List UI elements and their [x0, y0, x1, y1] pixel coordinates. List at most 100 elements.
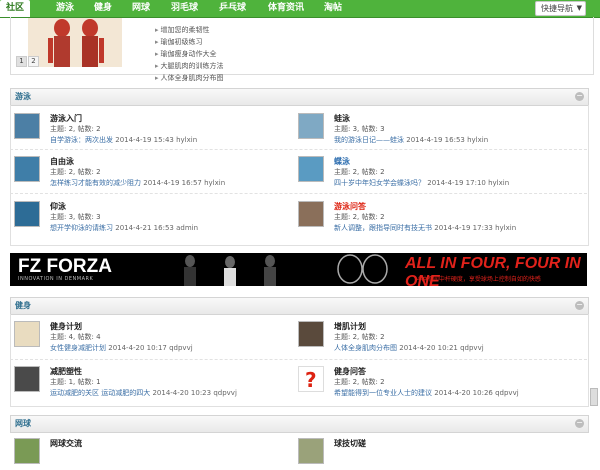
last-post-title[interactable]: 女性健身减肥计划 [50, 344, 106, 352]
row-divider [10, 193, 587, 194]
forum-entry[interactable]: 仰泳 主题: 3, 帖数: 3 想开学仰泳的请练习 2014-4-21 16:5… [14, 201, 294, 233]
nav-item-swimming[interactable]: 游泳 [50, 0, 80, 17]
forum-last-post[interactable]: 运动减肥的关区 运动减肥的四大 2014-4-20 10:23 qdpvvj [50, 388, 237, 398]
forum-name[interactable]: 仰泳 [50, 201, 66, 212]
last-post-title[interactable]: 怎样练习才能有效的减少阻力 [50, 179, 141, 187]
forum-last-post[interactable]: 自学游泳：两次出发 2014-4-19 15:43 hylxin [50, 135, 197, 145]
last-post-user[interactable]: qdpvvj [169, 344, 193, 352]
nav-item-fitness[interactable]: 健身 [88, 0, 118, 17]
last-post-title[interactable]: 四十岁中年妇女学会蝶泳吗？ [334, 179, 425, 187]
forum-thumbnail [298, 113, 324, 139]
forum-name[interactable]: 游泳入门 [50, 113, 82, 124]
last-post-time: 2014-4-19 16:57 [143, 179, 202, 187]
forum-stats: 主题: 1, 帖数: 1 [50, 378, 101, 386]
collapse-icon[interactable]: − [575, 301, 584, 310]
forum-thumbnail [298, 438, 324, 464]
last-post-user[interactable]: hylxin [204, 179, 225, 187]
last-post-user[interactable]: qdpvvj [495, 389, 519, 397]
last-post-user[interactable]: qdpvvj [460, 344, 484, 352]
forum-entry[interactable]: ? 健身问答 主题: 2, 帖数: 2 希望能得到一位专业人士的建议 2014-… [298, 366, 587, 398]
last-post-title[interactable]: 自学游泳：两次出发 [50, 136, 113, 144]
pager-page[interactable]: 2 [28, 56, 39, 67]
forum-last-post[interactable]: 人体全身肌肉分布图 2014-4-20 10:21 qdpvvj [334, 343, 484, 353]
last-post-title[interactable]: 人体全身肌肉分布图 [334, 344, 397, 352]
news-item[interactable]: 瑜伽瘦身动作大全 [155, 48, 305, 60]
nav-item-tennis[interactable]: 网球 [126, 0, 156, 17]
top-nav: 社区 游泳 健身 网球 羽毛球 乒乓球 体育资讯 淘帖 快捷导航 ▼ [0, 0, 600, 18]
ad-banner[interactable]: FZ FORZA INNOVATION IN DENMARK ALL IN FO… [10, 253, 587, 286]
forum-thumbnail [298, 156, 324, 182]
forum-name[interactable]: 自由泳 [50, 156, 74, 167]
forum-stats: 主题: 3, 帖数: 3 [334, 125, 385, 133]
forum-thumbnail [14, 156, 40, 182]
forum-entry[interactable]: 游泳问答 主题: 2, 帖数: 2 新人调整，跟指导同时有技无书 2014-4-… [298, 201, 587, 233]
section-header-tennis[interactable]: 网球 − [10, 415, 589, 433]
nav-item-badminton[interactable]: 羽毛球 [165, 0, 204, 17]
last-post-title[interactable]: 希望能得到一位专业人士的建议 [334, 389, 432, 397]
nav-item-sports-news[interactable]: 体育资讯 [262, 0, 310, 17]
pager-page[interactable]: 1 [16, 56, 27, 67]
last-post-user[interactable]: hylxin [176, 136, 197, 144]
forum-entry[interactable]: 健身计划 主题: 4, 帖数: 4 女性健身减肥计划 2014-4-20 10:… [14, 321, 294, 353]
forum-name[interactable]: 健身计划 [50, 321, 82, 332]
forum-entry[interactable]: 球技切磋 [298, 438, 587, 470]
forum-name[interactable]: 球技切磋 [334, 438, 366, 449]
quick-nav-button[interactable]: 快捷导航 ▼ [535, 1, 586, 16]
nav-item-pingpong[interactable]: 乒乓球 [213, 0, 252, 17]
last-post-user[interactable]: hylxin [488, 179, 509, 187]
forum-last-post[interactable]: 女性健身减肥计划 2014-4-20 10:17 qdpvvj [50, 343, 193, 353]
forum-stats: 主题: 3, 帖数: 3 [50, 213, 101, 221]
forum-name[interactable]: 减肥塑性 [50, 366, 82, 377]
last-post-user[interactable]: hylxin [467, 136, 488, 144]
forum-stats: 主题: 2, 帖数: 2 [334, 378, 385, 386]
forum-name[interactable]: 网球交流 [50, 438, 82, 449]
last-post-user[interactable]: hylxin [495, 224, 516, 232]
forum-name[interactable]: 蛙泳 [334, 113, 350, 124]
last-post-title[interactable]: 新人调整，跟指导同时有技无书 [334, 224, 432, 232]
news-item[interactable]: 大腿肌肉的训练方法 [155, 60, 305, 72]
row-divider [10, 149, 587, 150]
forum-name[interactable]: 健身问答 [334, 366, 366, 377]
forum-last-post[interactable]: 新人调整，跟指导同时有技无书 2014-4-19 17:33 hylxin [334, 223, 516, 233]
forum-entry[interactable]: 网球交流 [14, 438, 294, 470]
section-header-swimming[interactable]: 游泳 − [10, 88, 589, 106]
forum-name[interactable]: 增肌计划 [334, 321, 366, 332]
forum-last-post[interactable]: 想开学仰泳的请练习 2014-4-21 16:53 admin [50, 223, 198, 233]
last-post-title[interactable]: 我的游泳日记——蛙泳 [334, 136, 404, 144]
forum-last-post[interactable]: 怎样练习才能有效的减少阻力 2014-4-19 16:57 hylxin [50, 178, 225, 188]
forum-name[interactable]: 游泳问答 [334, 201, 366, 212]
last-post-title[interactable]: 想开学仰泳的请练习 [50, 224, 113, 232]
forum-entry[interactable]: 游泳入门 主题: 2, 帖数: 2 自学游泳：两次出发 2014-4-19 15… [14, 113, 294, 145]
banner-slogan-sub: 4种不同中杆硬度，享受球场上控制自如的快感 [417, 276, 541, 283]
collapse-icon[interactable]: − [575, 419, 584, 428]
last-post-time: 2014-4-20 10:17 [108, 344, 167, 352]
forum-last-post[interactable]: 我的游泳日记——蛙泳 2014-4-19 16:53 hylxin [334, 135, 488, 145]
forum-last-post[interactable]: 希望能得到一位专业人士的建议 2014-4-20 10:26 qdpvvj [334, 388, 519, 398]
forum-entry[interactable]: 自由泳 主题: 2, 帖数: 2 怎样练习才能有效的减少阻力 2014-4-19… [14, 156, 294, 188]
slideshow-image[interactable] [28, 18, 122, 67]
news-item[interactable]: 增加您的柔韧性 [155, 24, 305, 36]
forum-entry[interactable]: 增肌计划 主题: 2, 帖数: 2 人体全身肌肉分布图 2014-4-20 10… [298, 321, 587, 353]
news-item[interactable]: 瑜伽初级练习 [155, 36, 305, 48]
banner-brand: FZ FORZA [18, 256, 112, 277]
forum-entry[interactable]: 减肥塑性 主题: 1, 帖数: 1 运动减肥的关区 运动减肥的四大 2014-4… [14, 366, 294, 398]
last-post-user[interactable]: admin [176, 224, 198, 232]
nav-item-community[interactable]: 社区 [0, 0, 31, 17]
question-mark-icon: ? [305, 368, 317, 391]
news-item[interactable]: 人体全身肌肉分布图 [155, 72, 305, 84]
section-title: 网球 [15, 419, 31, 428]
section-header-fitness[interactable]: 健身 − [10, 297, 589, 315]
forum-name[interactable]: 蝶泳 [334, 156, 350, 167]
nav-item-taotie[interactable]: 淘帖 [318, 0, 348, 17]
last-post-time: 2014-4-20 10:23 [152, 389, 212, 397]
forum-stats: 主题: 2, 帖数: 2 [50, 125, 101, 133]
last-post-user[interactable]: qdpvvj [213, 389, 237, 397]
forum-entry[interactable]: 蛙泳 主题: 3, 帖数: 3 我的游泳日记——蛙泳 2014-4-19 16:… [298, 113, 587, 145]
collapse-icon[interactable]: − [575, 92, 584, 101]
scrollbar-thumb[interactable] [590, 388, 598, 406]
last-post-title[interactable]: 运动减肥的关区 运动减肥的四大 [50, 389, 150, 397]
forum-thumbnail [14, 113, 40, 139]
forum-stats: 主题: 2, 帖数: 2 [50, 168, 101, 176]
forum-last-post[interactable]: 四十岁中年妇女学会蝶泳吗？ 2014-4-19 17:10 hylxin [334, 178, 509, 188]
forum-entry[interactable]: 蝶泳 主题: 2, 帖数: 2 四十岁中年妇女学会蝶泳吗？ 2014-4-19 … [298, 156, 587, 188]
